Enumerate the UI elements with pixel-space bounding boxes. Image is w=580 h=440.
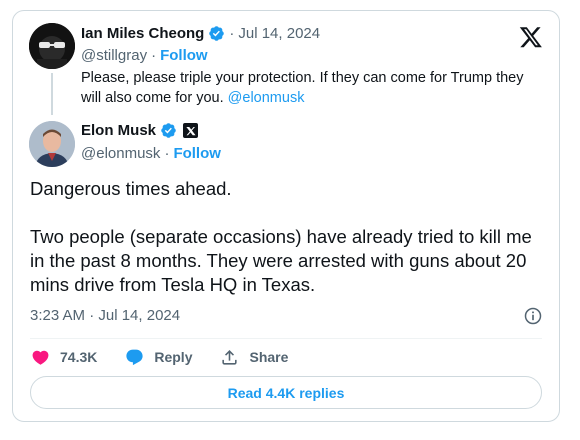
x-logo-icon[interactable] (519, 25, 543, 49)
separator-dot: · (151, 47, 157, 64)
quoted-handle-row: @stillgray · Follow (81, 47, 208, 64)
share-button[interactable]: Share (220, 348, 288, 367)
tweet-text-line: Two people (separate occasions) have alr… (30, 226, 532, 295)
read-replies-button[interactable]: Read 4.4K replies (30, 376, 542, 409)
author-avatar[interactable] (29, 121, 75, 167)
quoted-author-name[interactable]: Ian Miles Cheong (81, 25, 204, 42)
reply-button[interactable]: Reply (125, 348, 192, 367)
separator-dot: · (229, 25, 235, 42)
tweet-timestamp[interactable]: 3:23 AM · Jul 14, 2024 (30, 307, 180, 324)
mention-link[interactable]: @elonmusk (228, 90, 305, 106)
author-header: Elon Musk (81, 122, 199, 139)
author-handle[interactable]: @elonmusk (81, 145, 160, 162)
like-count: 74.3K (60, 349, 98, 365)
verified-badge-icon (209, 26, 225, 41)
separator-dot: · (164, 145, 170, 162)
tweet-card: Ian Miles Cheong · Jul 14, 2024 @stillgr… (12, 10, 560, 422)
author-handle-row: @elonmusk · Follow (81, 145, 221, 162)
follow-quoted-button[interactable]: Follow (160, 47, 208, 64)
reply-bubble-icon (126, 349, 143, 365)
quoted-header: Ian Miles Cheong · Jul 14, 2024 (81, 25, 320, 42)
tweet-text-line: Dangerous times ahead. (30, 178, 232, 199)
share-icon (222, 349, 238, 365)
heart-icon (32, 350, 49, 365)
quoted-tweet-text: Please, please triple your protection. I… (81, 68, 541, 108)
avatar-image (29, 121, 75, 167)
tweet-text: Dangerous times ahead. Two people (separ… (30, 177, 550, 297)
avatar-image (29, 23, 75, 69)
thread-connector-line (51, 73, 53, 115)
quoted-handle[interactable]: @stillgray (81, 47, 147, 64)
like-button[interactable]: 74.3K (31, 348, 97, 367)
divider (30, 338, 542, 339)
author-name[interactable]: Elon Musk (81, 122, 156, 139)
share-label: Share (249, 349, 289, 365)
info-icon[interactable] (523, 306, 543, 326)
follow-author-button[interactable]: Follow (173, 145, 221, 162)
verified-badge-icon (161, 123, 176, 138)
quoted-date[interactable]: Jul 14, 2024 (238, 25, 320, 42)
quoted-author-avatar[interactable] (29, 23, 75, 69)
action-bar: 74.3K Reply Share (31, 345, 316, 369)
reply-label: Reply (154, 349, 193, 365)
x-affiliate-badge-icon (183, 123, 199, 138)
